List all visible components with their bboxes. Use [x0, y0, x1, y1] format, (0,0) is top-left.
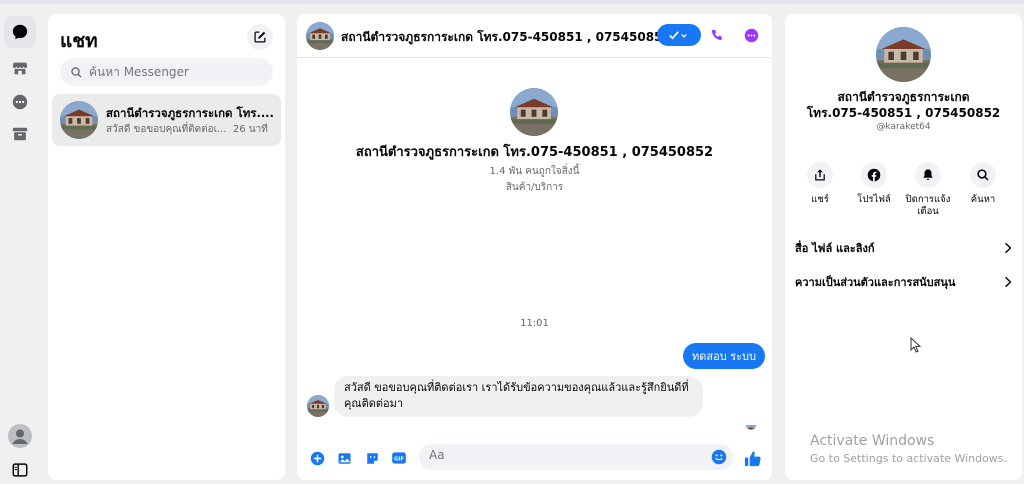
gif-button[interactable]: GIF [391, 450, 407, 466]
facebook-profile-icon [867, 168, 881, 182]
outgoing-message[interactable]: ทดสอบ ระบบ [683, 343, 765, 369]
header-avatar[interactable] [306, 22, 334, 50]
archive-icon [12, 127, 28, 141]
mouse-cursor-icon [910, 337, 922, 353]
rail-requests-button[interactable] [4, 86, 36, 118]
attach-image-button[interactable] [336, 450, 352, 466]
share-label: แชร์ [811, 194, 829, 205]
emoji-icon [711, 449, 727, 465]
compose-icon [254, 31, 266, 43]
incoming-message[interactable]: สวัสดี ขอขอบคุณที่ติดต่อเรา เราได้รับข้อ… [334, 376, 703, 417]
media-files-links-label: สื่อ ไฟล์ และลิงก์ [795, 242, 875, 255]
rail-chats-button[interactable] [4, 16, 36, 48]
chat-list-item[interactable]: สถานีตำรวจภูธรการะเกด โทร.... สวัสดี ขอข… [52, 94, 281, 146]
search-action-circle [970, 162, 996, 188]
call-button[interactable] [708, 26, 726, 44]
message-input[interactable] [429, 448, 699, 462]
intro-likes: 1.4 พัน คนถูกใจสิ่งนี้ [489, 166, 580, 177]
plus-icon [310, 451, 324, 465]
chats-panel: แชท สถานีตำรวจภูธรการะเกด โทร.... สวัสดี… [48, 14, 285, 480]
chat-preview: สวัสดี ขอขอบคุณที่ติดต่อเ... 26 นาที [106, 122, 268, 137]
bell-icon [923, 169, 933, 181]
gif-icon: GIF [392, 452, 406, 464]
image-icon [338, 452, 350, 464]
like-icon [744, 450, 761, 466]
info-avatar [876, 27, 931, 82]
seen-indicator [746, 420, 756, 430]
media-files-links-row[interactable]: สื่อ ไฟล์ และลิงก์ [795, 237, 1012, 259]
share-action-circle [807, 162, 833, 188]
info-handle: @karaket64 [876, 122, 931, 132]
watermark-title: Activate Windows [810, 433, 935, 449]
privacy-support-row[interactable]: ความเป็นส่วนตัวและการสนับสนุน [795, 271, 1012, 293]
sender-avatar [307, 395, 329, 417]
rail-archive-button[interactable] [4, 118, 36, 150]
compose-button[interactable] [247, 24, 273, 50]
status-toggle-button[interactable] [657, 24, 701, 46]
profile-action-circle [861, 162, 887, 188]
chat-time: 26 นาที [232, 124, 268, 135]
intro-name: สถานีตำรวจภูธรการะเกด โทร.075-450851 , 0… [355, 145, 714, 160]
message-timestamp: 11:01 [520, 318, 549, 329]
rail-marketplace-button[interactable] [4, 52, 36, 84]
conversation-header: สถานีตำรวจภูธรการะเกด โทร.075-450851 , 0… [297, 14, 772, 58]
share-action[interactable]: แชร์ [793, 162, 847, 206]
more-icon [744, 28, 758, 42]
mute-label: ปิดการแจ้งเตือน [905, 194, 951, 217]
info-panel: สถานีตำรวจภูธรการะเกด โทร.075-450851 , 0… [785, 14, 1022, 480]
rail-profile-button[interactable] [4, 420, 36, 452]
chat-avatar [60, 101, 98, 139]
check-dropdown-icon [669, 30, 687, 39]
profile-action[interactable]: โปรไฟล์ [847, 162, 901, 206]
messenger-search[interactable] [60, 58, 273, 86]
rail-toggle-sidebar-button[interactable] [4, 454, 36, 484]
chats-title: แชท [60, 30, 98, 52]
svg-text:GIF: GIF [394, 456, 404, 462]
search-label: ค้นหา [970, 194, 996, 205]
mute-action[interactable]: ปิดการแจ้งเตือน [901, 162, 955, 218]
message-composer[interactable] [419, 444, 733, 470]
toggle-sidebar-icon [12, 463, 28, 477]
phone-icon [711, 29, 722, 40]
conversation-name[interactable]: สถานีตำรวจภูธรการะเกด โทร.075-450851 , 0… [341, 28, 671, 47]
message-requests-icon [12, 94, 28, 110]
search-action[interactable]: ค้นหา [956, 162, 1010, 206]
more-options-button[interactable] [742, 26, 760, 44]
share-icon [815, 169, 825, 181]
conversation-panel: สถานีตำรวจภูธรการะเกด โทร.075-450851 , 0… [297, 14, 772, 480]
profile-avatar-icon [8, 424, 32, 448]
chat-name: สถานีตำรวจภูธรการะเกด โทร.... [106, 106, 274, 120]
chat-preview-text: สวัสดี ขอขอบคุณที่ติดต่อเ... [106, 124, 227, 135]
emoji-button[interactable] [711, 449, 727, 465]
privacy-support-label: ความเป็นส่วนตัวและการสนับสนุน [795, 276, 956, 289]
watermark-subtitle: Go to Settings to activate Windows. [810, 452, 1008, 465]
window-top-border [0, 0, 1024, 4]
search-icon [977, 169, 989, 181]
search-input[interactable] [89, 65, 259, 79]
search-icon [71, 66, 82, 78]
info-name-line2: โทร.075-450851 , 075450852 [806, 106, 1001, 120]
intro-category: สินค้า/บริการ [505, 182, 564, 193]
intro-avatar [510, 88, 558, 136]
more-actions-button[interactable] [309, 450, 325, 466]
like-button[interactable] [742, 448, 762, 468]
left-rail [0, 4, 40, 484]
chevron-right-icon [1005, 242, 1012, 254]
windows-activation-watermark: Activate Windows Go to Settings to activ… [810, 433, 1007, 465]
sticker-icon [366, 452, 378, 464]
profile-label: โปรไฟล์ [857, 194, 891, 205]
chat-bubble-icon [12, 24, 28, 40]
mute-action-circle [915, 162, 941, 188]
chevron-right-icon [1005, 276, 1012, 288]
sticker-button[interactable] [364, 450, 380, 466]
marketplace-icon [12, 62, 28, 75]
